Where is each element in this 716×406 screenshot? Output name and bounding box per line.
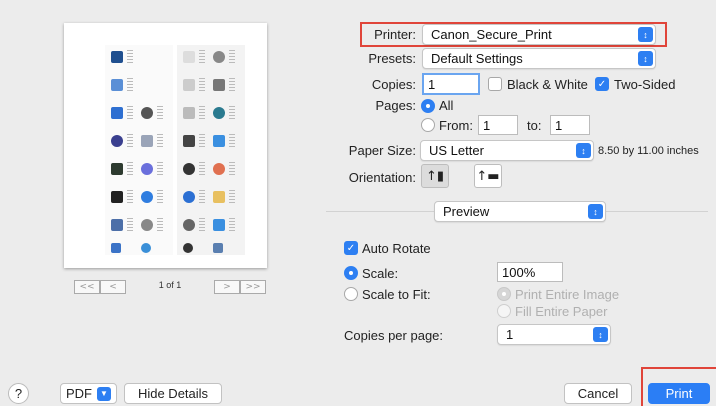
- auto-rotate-checkbox[interactable]: ✓: [344, 241, 358, 255]
- copies-per-page-label: Copies per page:: [344, 328, 444, 343]
- scale-label: Scale:: [362, 266, 399, 281]
- printer-value: Canon_Secure_Print: [431, 27, 552, 42]
- pages-from-label: From:: [439, 118, 473, 133]
- print-dialog: << < 1 of 1 > >> Printer: Canon_Secure_P…: [0, 0, 716, 406]
- preview-area: << < 1 of 1 > >>: [0, 0, 320, 360]
- hide-details-button[interactable]: Hide Details: [124, 383, 222, 404]
- previous-page-button[interactable]: <: [100, 280, 126, 294]
- presets-value: Default Settings: [431, 51, 523, 66]
- two-sided-label: Two-Sided: [614, 77, 676, 92]
- scale-field[interactable]: 100%: [497, 262, 563, 282]
- presets-label: Presets:: [368, 51, 416, 66]
- preview-column-right: [177, 45, 245, 255]
- scale-radio[interactable]: [344, 266, 358, 280]
- preview-column-left: [105, 45, 173, 255]
- print-entire-image-radio[interactable]: [497, 287, 511, 301]
- copies-per-page-value: 1: [506, 327, 514, 342]
- black-white-label: Black & White: [507, 77, 588, 92]
- pdf-label: PDF: [66, 386, 92, 401]
- scale-to-fit-radio[interactable]: [344, 287, 358, 301]
- paper-size-select[interactable]: US Letter ↕: [420, 140, 594, 161]
- presets-select[interactable]: Default Settings ↕: [422, 48, 656, 69]
- landscape-orientation-icon: ↑▬: [476, 168, 500, 184]
- pages-all-radio[interactable]: [421, 99, 435, 113]
- print-button[interactable]: Print: [648, 383, 710, 404]
- pages-range-radio[interactable]: [421, 118, 435, 132]
- cancel-button[interactable]: Cancel: [564, 383, 632, 404]
- copies-per-page-select[interactable]: 1 ↕: [497, 324, 611, 345]
- scale-to-fit-label: Scale to Fit:: [362, 287, 431, 302]
- last-page-button[interactable]: >>: [240, 280, 266, 294]
- preview-thumbnail-content: [105, 45, 255, 255]
- pages-from-field[interactable]: 1: [478, 115, 518, 135]
- preview-nav-forward: > >>: [214, 280, 266, 294]
- first-page-button[interactable]: <<: [74, 280, 100, 294]
- section-value: Preview: [443, 204, 490, 219]
- pages-to-label: to:: [527, 118, 542, 133]
- two-sided-checkbox[interactable]: ✓: [595, 77, 609, 91]
- orientation-label: Orientation:: [348, 170, 416, 185]
- chevron-updown-icon: ↕: [593, 327, 608, 342]
- portrait-orientation-icon: ↑▮: [425, 168, 445, 184]
- pages-to-field[interactable]: 1: [550, 115, 590, 135]
- section-select[interactable]: Preview ↕: [434, 201, 606, 222]
- paper-size-label: Paper Size:: [348, 143, 416, 158]
- chevron-updown-icon: ↕: [638, 27, 653, 42]
- black-white-checkbox[interactable]: [488, 77, 502, 91]
- paper-size-value: US Letter: [429, 143, 484, 158]
- landscape-orientation-button[interactable]: ↑▬: [474, 164, 502, 188]
- page-preview: [64, 23, 267, 268]
- chevron-updown-icon: ↕: [588, 204, 603, 219]
- fill-entire-paper-label: Fill Entire Paper: [515, 304, 608, 319]
- page-count-label: 1 of 1: [158, 280, 182, 290]
- pdf-menu-button[interactable]: PDF ▼: [60, 383, 117, 404]
- copies-label: Copies:: [371, 77, 416, 92]
- auto-rotate-label: Auto Rotate: [362, 241, 431, 256]
- copies-field[interactable]: 1: [422, 73, 480, 95]
- printer-label: Printer:: [374, 27, 416, 42]
- print-entire-image-label: Print Entire Image: [515, 287, 620, 302]
- next-page-button[interactable]: >: [214, 280, 240, 294]
- chevron-down-icon: ▼: [97, 386, 111, 401]
- pages-all-label: All: [439, 98, 454, 113]
- chevron-updown-icon: ↕: [576, 143, 591, 158]
- preview-nav-back: << <: [74, 280, 126, 294]
- pages-label: Pages:: [375, 98, 416, 113]
- help-button[interactable]: ?: [8, 383, 29, 404]
- portrait-orientation-button[interactable]: ↑▮: [421, 164, 449, 188]
- fill-entire-paper-radio[interactable]: [497, 304, 511, 318]
- chevron-updown-icon: ↕: [638, 51, 653, 66]
- printer-select[interactable]: Canon_Secure_Print ↕: [422, 24, 656, 45]
- paper-dimensions: 8.50 by 11.00 inches: [598, 145, 699, 157]
